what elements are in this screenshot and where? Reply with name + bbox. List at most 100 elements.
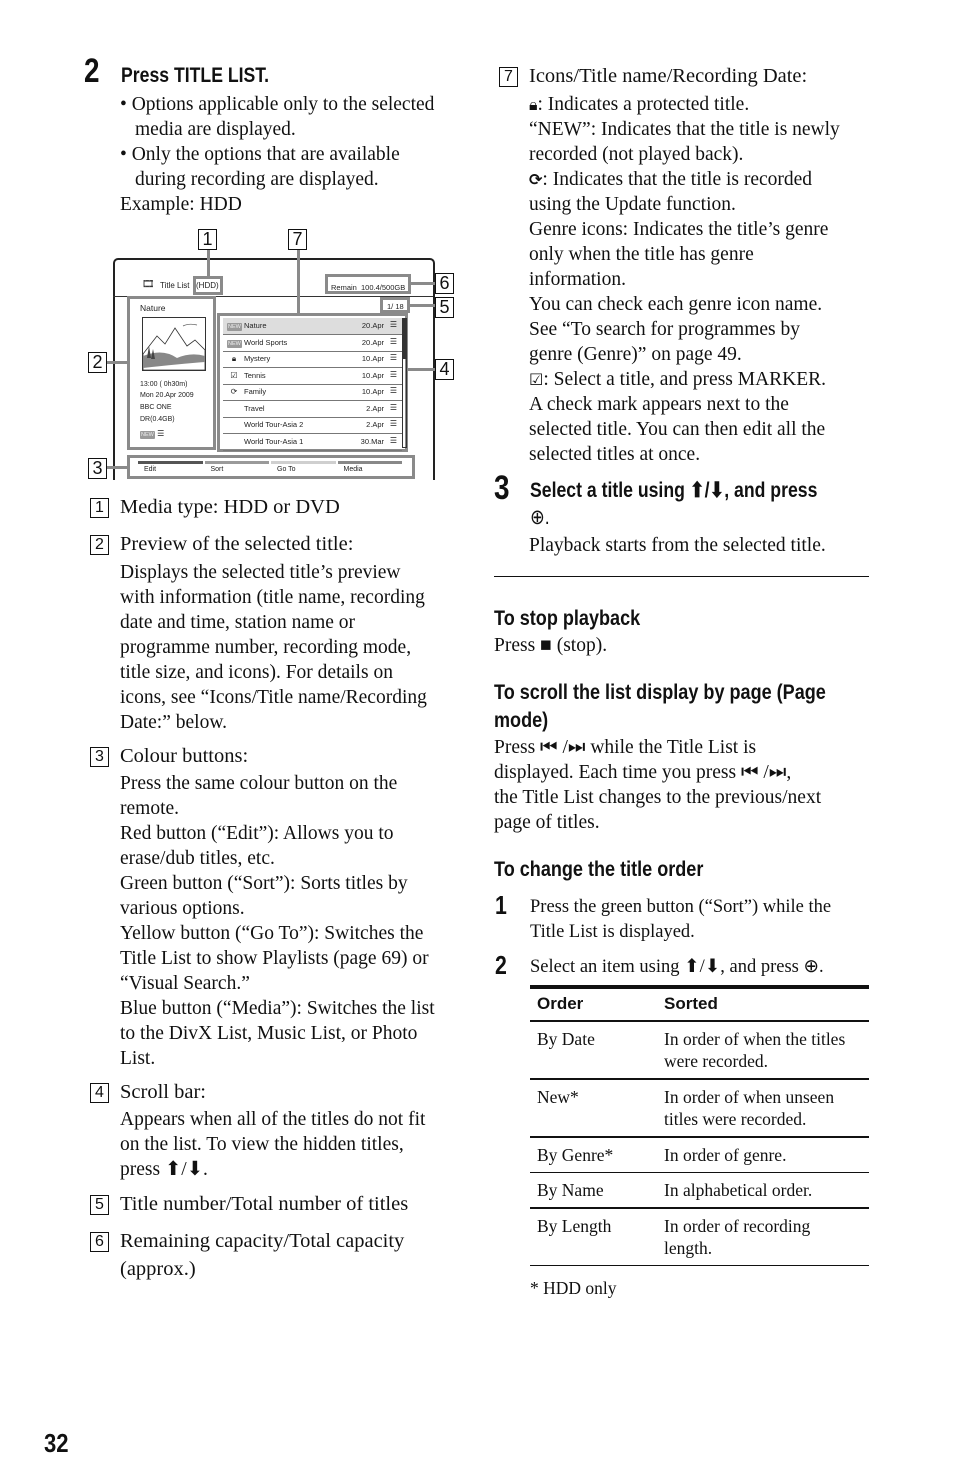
title-row[interactable]: ⟳ Family 10.Apr ☰ [223, 384, 402, 401]
leader-line-7 [297, 248, 300, 313]
leader-line-4 [408, 368, 435, 371]
callout-box-1 [193, 276, 223, 295]
preview-title: Nature [140, 303, 166, 313]
title-row[interactable]: World Tour-Asia 2 2.Apr ☰ [223, 417, 402, 434]
colour-bar [337, 461, 403, 464]
page-mode-heading-line-1: To scroll the list display by page (Page [494, 680, 826, 704]
colour-button-sort[interactable]: Sort [204, 461, 270, 475]
leader-line-6 [411, 282, 435, 285]
header-order: Order [537, 994, 584, 1013]
text-line: selected title. You can then edit all th… [529, 419, 826, 440]
title-row[interactable]: 🔒︎ Mystery 10.Apr ☰ [223, 351, 402, 368]
table-row: New* In order of when unseen titles were r… [530, 1080, 869, 1138]
stop-playback-heading: To stop playback [494, 606, 641, 630]
preview-icons: NEW ☰ [140, 429, 164, 439]
sort-order-table: Order Sorted By Date In order of when the… [530, 985, 869, 1301]
title-row[interactable]: NEW Nature 20.Apr ☰ [223, 318, 402, 335]
preview-time: 13:00 ( 0h30m) [140, 381, 188, 388]
table-body: By Date In order of when the titles were r… [530, 1022, 869, 1266]
new-icon: NEW [227, 338, 242, 348]
step-2-bullets: • Options applicable only to the selecte… [120, 92, 434, 217]
legend-5-title: Title number/Total number of titles [120, 1193, 409, 1215]
title-list: NEW Nature 20.Apr ☰ NEW World Sports 20.Apr ☰ 🔒︎… [217, 313, 408, 452]
page-mode-body: Press ⏮ /⏭ while the Title List is displ… [494, 735, 821, 835]
title-row[interactable]: NEW World Sports 20.Apr ☰ [223, 335, 402, 352]
text-line: remote. [120, 798, 180, 819]
sorted-cell: In alphabetical order. [664, 1180, 813, 1200]
colour-button-media[interactable]: Media [337, 461, 403, 475]
text-line: ☑: Select a title, and press MARKER. [529, 369, 827, 390]
title-row[interactable]: World Tour-Asia 1 30.Mar ☰ [223, 434, 402, 451]
landscape-image [143, 323, 205, 370]
preview-station: BBC ONE [140, 404, 172, 411]
colour-buttons-bar: Edit Sort Go To Media [127, 455, 415, 479]
enter-button-icon: ⊕. [530, 506, 550, 529]
order-cell: New* [537, 1087, 579, 1107]
update-icon: ⟳ [529, 170, 543, 189]
text-line: the Title List changes to the previous/n… [494, 787, 822, 808]
genre-icon: ☰ [389, 320, 397, 329]
preview-panel: Nature 13:00 ( 0h30m) Mon 20.Apr 2009 BB… [127, 296, 216, 450]
new-icon: NEW [227, 321, 242, 331]
page-mode-heading-line-2: mode) [494, 708, 549, 732]
text-line: recorded (not played back). [529, 144, 744, 165]
text-line: only when the title has genre [529, 244, 754, 265]
recording-date: 10.Apr [361, 354, 384, 363]
recording-date: 10.Apr [361, 370, 384, 380]
text-line: ⟳: Indicates that the title is recorded [529, 169, 813, 190]
text-line: “Visual Search.” [120, 973, 250, 994]
scrollbar-thumb[interactable] [403, 319, 406, 359]
colour-button-label: Edit [144, 466, 157, 473]
genre-icon: ☰ [389, 402, 397, 412]
title-rows: NEW Nature 20.Apr ☰ NEW World Sports 20.Apr ☰ 🔒︎… [223, 318, 402, 451]
title-name: Travel [244, 403, 265, 413]
text-line: Press the same colour button on the [120, 773, 398, 794]
icon-slot [227, 404, 241, 413]
table-row: By Genre* In order of genre. [530, 1138, 869, 1173]
text-line: using the Update function. [529, 194, 736, 215]
order-step-number-1: 1 [495, 890, 507, 920]
stop-playback-body: Press ■ (stop). [494, 635, 608, 656]
text-line: title size, and icons). For details on [120, 662, 393, 683]
icon-slot [227, 420, 241, 429]
bullet-1-line-1: • Options applicable only to the selecte… [120, 94, 435, 115]
recording-date: 30.Mar [360, 436, 384, 446]
callout-7: 7 [288, 229, 307, 250]
title-name: World Tour-Asia 1 [244, 436, 304, 446]
colour-button-edit[interactable]: Edit [138, 461, 203, 475]
text-line: List. [120, 1048, 156, 1069]
colour-buttons: Edit Sort Go To Media [138, 461, 404, 475]
recording-date: 2.Apr [366, 420, 384, 429]
sorted-cell: In order of genre. [664, 1145, 787, 1165]
text-line: Title List to show Playlists (page 69) o… [120, 948, 429, 969]
check-box-icon: ☑ [230, 370, 238, 380]
legend-num-2: 2 [90, 535, 109, 555]
text-line: A check mark appears next to the [529, 394, 789, 415]
text-line: selected titles at once. [529, 444, 701, 465]
text-line: Green button (“Sort”): Sorts titles by [120, 873, 408, 894]
legend-3-title: Colour buttons: [120, 745, 249, 767]
recording-date: 20.Apr [361, 337, 384, 347]
check-box-icon: ☑ [529, 370, 544, 389]
colour-button-go-to[interactable]: Go To [271, 461, 336, 475]
colour-bar [138, 461, 203, 464]
text-line: Press ⏮ /⏭ while the Title List is [494, 737, 757, 758]
film-icon: 🎞 [142, 279, 155, 290]
example-label: Example: HDD [120, 194, 242, 215]
title-row[interactable]: Travel 2.Apr ☰ [223, 401, 402, 418]
text-line: on the list. To view the hidden titles, [120, 1134, 404, 1155]
step-number-3: 3 [494, 469, 510, 507]
genre-icon: ☰ [389, 353, 397, 362]
legend-num-7: 7 [499, 67, 518, 87]
title-row[interactable]: ☑ Tennis 10.Apr ☰ [223, 368, 402, 385]
sorted-cell: In order of when the titles were recorded… [664, 1029, 846, 1071]
text-line: icons, see “Icons/Title name/Recording [120, 687, 427, 708]
text-line: information. [529, 269, 626, 290]
section-divider [494, 576, 869, 578]
new-tag: NEW [227, 339, 242, 348]
text-line: Red button (“Edit”): Allows you to [120, 823, 394, 844]
lock-icon: 🔒︎ [529, 95, 538, 114]
scrollbar[interactable] [402, 318, 407, 448]
text-line: Title List is displayed. [530, 922, 695, 942]
legend-2-body: Displays the selected title’s preview wi… [120, 560, 427, 735]
